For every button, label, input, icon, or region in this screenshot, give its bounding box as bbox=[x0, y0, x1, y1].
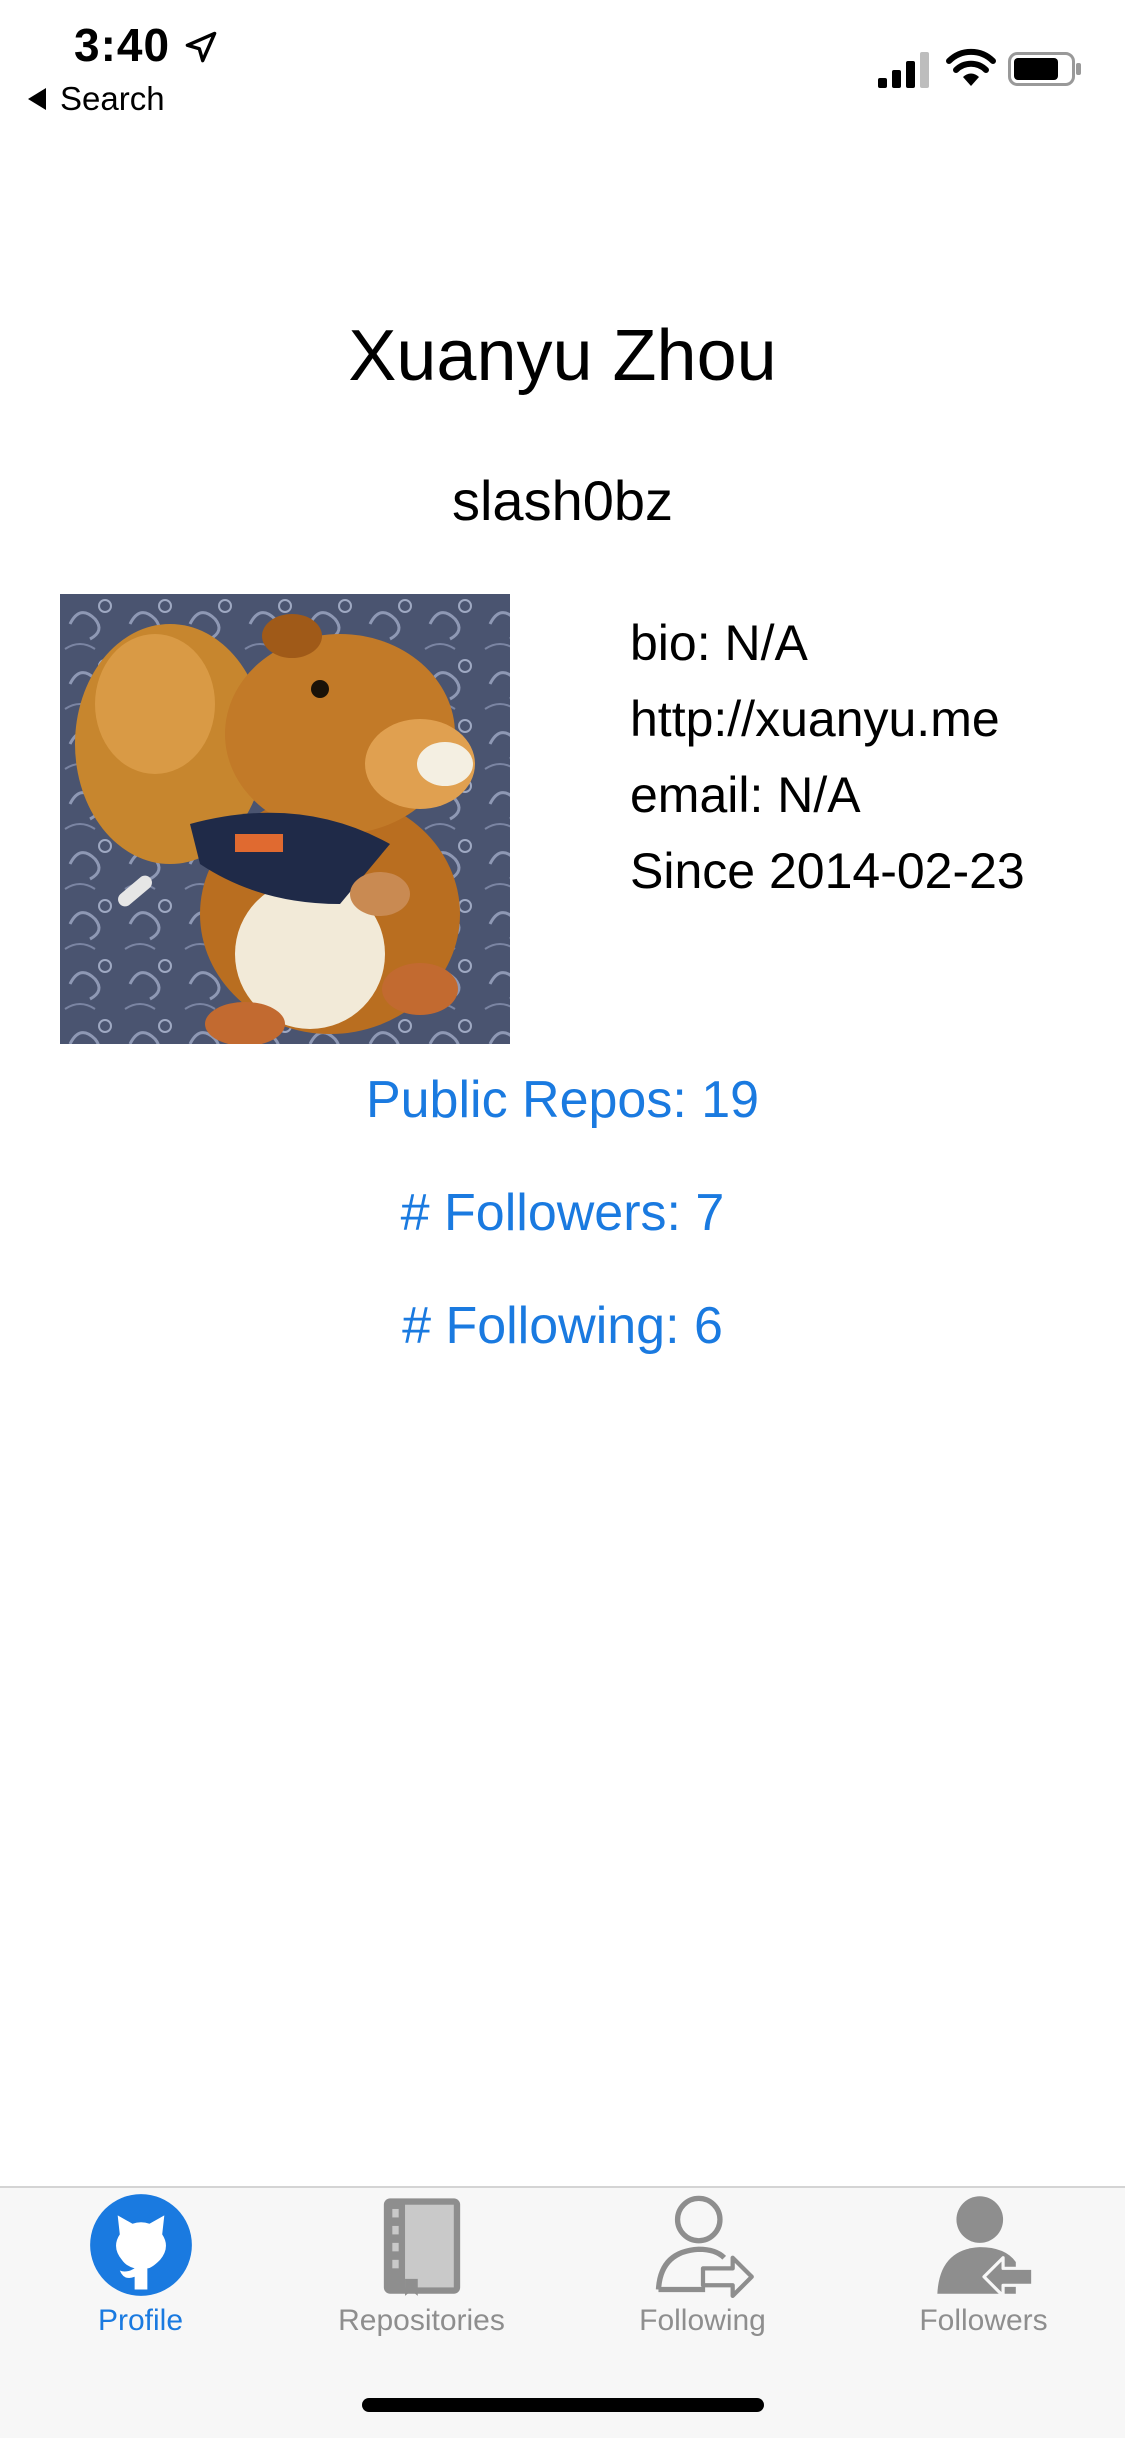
tab-repositories[interactable]: Repositories bbox=[281, 2188, 562, 2348]
followers-button[interactable]: # Followers: 7 bbox=[0, 1183, 1125, 1243]
bio-text: bio: N/A bbox=[630, 615, 808, 671]
back-label: Search bbox=[60, 80, 165, 117]
tab-repositories-label: Repositories bbox=[338, 2304, 505, 2337]
tab-profile-label: Profile bbox=[97, 2304, 184, 2337]
battery-icon bbox=[1008, 52, 1081, 86]
profile-name: Xuanyu Zhou bbox=[348, 316, 777, 396]
profile-login: slash0bz bbox=[451, 469, 674, 532]
email-text: email: N/A bbox=[630, 767, 861, 823]
avatar bbox=[60, 594, 510, 1044]
avatar-image bbox=[60, 594, 510, 1044]
status-bar: 3:40 Search bbox=[0, 0, 1125, 130]
signal-icon bbox=[878, 52, 929, 88]
book-icon bbox=[383, 2198, 461, 2296]
tab-followers[interactable]: Followers bbox=[843, 2188, 1124, 2348]
wifi-icon bbox=[946, 48, 996, 86]
tab-profile[interactable]: Profile bbox=[0, 2188, 281, 2348]
location-arrow-icon bbox=[185, 31, 217, 63]
tab-followers-label: Followers bbox=[919, 2304, 1048, 2337]
profile-info: bio: N/A http://xuanyu.me email: N/A Sin… bbox=[630, 605, 1025, 909]
public-repos-button[interactable]: Public Repos: 19 bbox=[0, 1070, 1125, 1130]
tab-following[interactable]: Following bbox=[562, 2188, 843, 2348]
back-triangle-icon bbox=[28, 88, 46, 110]
clock: 3:40 bbox=[74, 19, 171, 71]
following-button[interactable]: # Following: 6 bbox=[0, 1296, 1125, 1356]
tab-following-label: Following bbox=[639, 2304, 766, 2337]
user-arrow-left-icon bbox=[937, 2196, 1035, 2298]
home-indicator[interactable] bbox=[362, 2398, 764, 2412]
member-since-text: Since 2014-02-23 bbox=[630, 843, 1025, 899]
blog-link[interactable]: http://xuanyu.me bbox=[630, 681, 1025, 757]
github-octocat-icon bbox=[90, 2194, 192, 2296]
user-arrow-right-icon bbox=[655, 2195, 754, 2298]
back-to-search-link[interactable]: Search bbox=[28, 80, 165, 118]
